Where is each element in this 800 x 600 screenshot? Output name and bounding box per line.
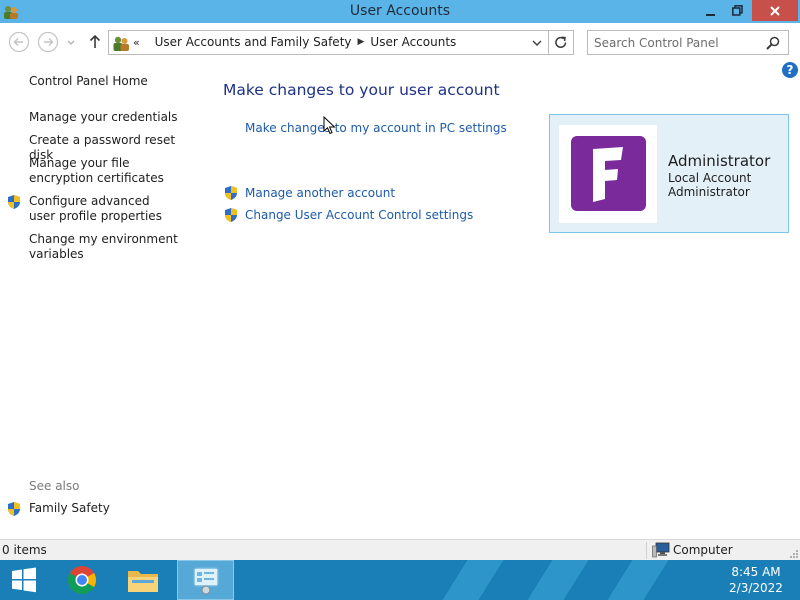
taskbar: 8:45 AM 2/3/2022 bbox=[0, 560, 800, 600]
taskbar-chrome[interactable] bbox=[58, 560, 106, 600]
refresh-button[interactable] bbox=[549, 30, 574, 55]
see-also-heading: See also bbox=[29, 479, 80, 493]
restore-button[interactable] bbox=[726, 0, 748, 21]
breadcrumb: « User Accounts and Family Safety ▶ User… bbox=[133, 35, 456, 49]
forward-arrow-icon bbox=[37, 31, 59, 53]
account-type: Local Account bbox=[668, 171, 752, 185]
search-icon[interactable] bbox=[765, 35, 781, 51]
windows-logo-icon bbox=[12, 567, 36, 593]
recent-locations-button[interactable] bbox=[64, 31, 78, 53]
up-arrow-icon bbox=[89, 34, 101, 48]
file-encryption-link[interactable]: Manage your file encryption certificates bbox=[29, 156, 194, 186]
close-icon bbox=[770, 5, 780, 16]
refresh-icon bbox=[555, 36, 567, 48]
clock-date: 2/3/2022 bbox=[729, 581, 783, 595]
navigation-bar: « User Accounts and Family Safety ▶ User… bbox=[0, 23, 800, 61]
taskbar-decoration bbox=[436, 560, 510, 600]
control-panel-home-link[interactable]: Control Panel Home bbox=[29, 74, 148, 89]
back-arrow-icon bbox=[8, 31, 30, 53]
minimize-icon bbox=[706, 13, 715, 16]
control-panel-icon bbox=[192, 567, 219, 595]
taskbar-decoration bbox=[601, 560, 675, 600]
taskbar-clock[interactable]: 8:45 AM 2/3/2022 bbox=[720, 564, 792, 596]
manage-credentials-link[interactable]: Manage your credentials bbox=[29, 110, 199, 125]
location-label: Computer bbox=[673, 543, 733, 557]
uac-shield-icon bbox=[225, 186, 237, 200]
search-box[interactable] bbox=[587, 30, 789, 55]
breadcrumb-item[interactable]: User Accounts bbox=[370, 35, 456, 49]
forward-button[interactable] bbox=[37, 31, 59, 53]
advanced-profile-link[interactable]: Configure advanced user profile properti… bbox=[29, 194, 179, 224]
computer-icon bbox=[652, 542, 670, 558]
mouse-cursor-icon bbox=[323, 116, 336, 135]
up-button[interactable] bbox=[84, 31, 106, 53]
account-name: Administrator bbox=[668, 152, 771, 170]
environment-variables-link[interactable]: Change my environment variables bbox=[29, 232, 179, 262]
window-title: User Accounts bbox=[349, 3, 451, 19]
page-title: Make changes to your user account bbox=[223, 81, 500, 99]
uac-shield-icon bbox=[8, 195, 20, 209]
resize-grip-icon[interactable] bbox=[789, 549, 799, 559]
chevron-down-icon[interactable] bbox=[529, 35, 545, 51]
back-button[interactable] bbox=[8, 31, 30, 53]
account-card: Administrator Local Account Administrato… bbox=[549, 114, 789, 233]
taskbar-control-panel[interactable] bbox=[177, 560, 234, 600]
chevron-right-icon[interactable]: ▶ bbox=[358, 37, 365, 47]
avatar[interactable] bbox=[559, 125, 657, 223]
minimize-button[interactable] bbox=[700, 0, 722, 21]
start-button[interactable] bbox=[0, 560, 48, 600]
chrome-icon bbox=[68, 566, 96, 594]
breadcrumb-item[interactable]: User Accounts and Family Safety bbox=[155, 35, 352, 49]
pc-settings-link[interactable]: Make changes to my account in PC setting… bbox=[245, 121, 507, 135]
status-divider bbox=[646, 542, 647, 559]
title-bar: User Accounts bbox=[0, 0, 800, 23]
address-bar[interactable]: « User Accounts and Family Safety ▶ User… bbox=[108, 30, 549, 55]
help-button[interactable]: ? bbox=[782, 62, 798, 78]
breadcrumb-overflow[interactable]: « bbox=[133, 36, 140, 49]
uac-shield-icon bbox=[225, 208, 237, 222]
close-button[interactable] bbox=[752, 0, 798, 21]
uac-shield-icon bbox=[8, 502, 20, 516]
item-count: 0 items bbox=[2, 543, 47, 557]
taskbar-file-explorer[interactable] bbox=[118, 560, 168, 600]
manage-another-account-link[interactable]: Manage another account bbox=[245, 186, 395, 200]
chevron-down-icon bbox=[67, 40, 75, 45]
restore-icon bbox=[731, 5, 743, 16]
folder-icon bbox=[128, 571, 158, 592]
user-accounts-icon bbox=[113, 36, 129, 51]
taskbar-decoration bbox=[521, 560, 595, 600]
status-bar: 0 items Computer bbox=[0, 539, 800, 560]
fortnite-logo-icon bbox=[571, 136, 646, 211]
family-safety-link[interactable]: Family Safety bbox=[29, 501, 110, 516]
breadcrumb-separator-icon bbox=[146, 37, 149, 47]
account-role: Administrator bbox=[668, 185, 750, 199]
clock-time: 8:45 AM bbox=[731, 565, 781, 579]
uac-settings-link[interactable]: Change User Account Control settings bbox=[245, 208, 473, 222]
search-input[interactable] bbox=[594, 34, 764, 51]
